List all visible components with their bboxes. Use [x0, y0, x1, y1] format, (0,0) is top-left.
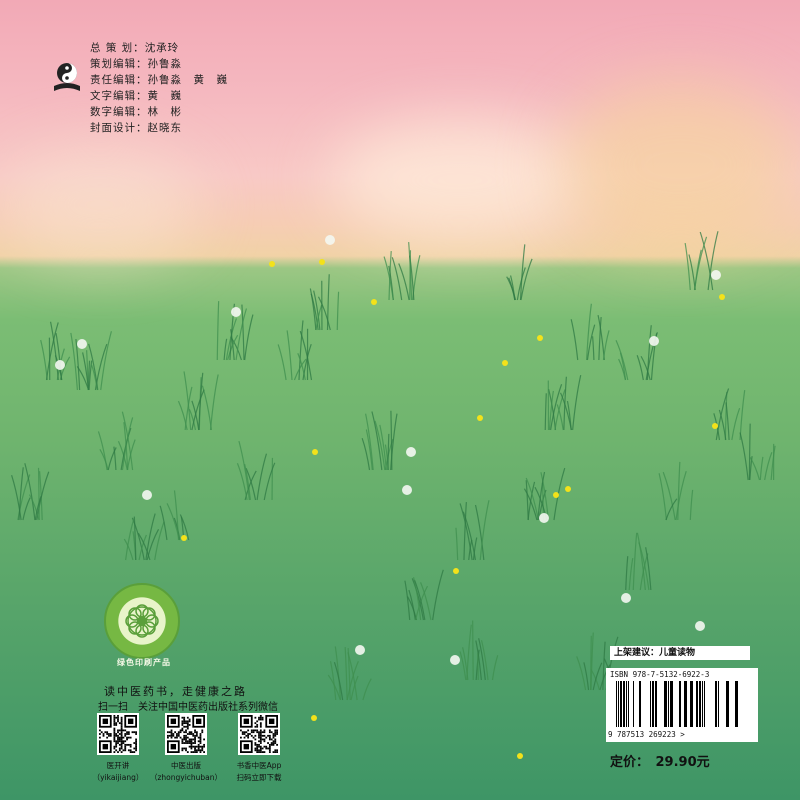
isbn-text: ISBN 978-7-5132-6922-3 [610, 670, 710, 679]
qr-code-icon[interactable] [97, 713, 139, 755]
barcode-bars-icon [616, 681, 738, 727]
credit-row: 封面设计：赵晓东 [90, 122, 182, 134]
barcode-digits: 9 787513 269223 > [608, 730, 685, 739]
qr-item: 中医出版 （zhongyichuban） [146, 713, 226, 783]
qr-code-icon[interactable] [238, 713, 280, 755]
green-printing-seal-icon [104, 583, 180, 659]
credits-list: 总 策 划：沈承玲 策划编辑：孙鲁淼 责任编辑：孙鲁淼 黄 巍 文字编辑：黄 巍… [90, 40, 228, 136]
slogan: 读中医药书，走健康之路 [104, 685, 247, 698]
shelf-suggestion: 上架建议：儿童读物 [610, 646, 750, 660]
follow-text: 扫一扫 关注中国中医药出版社系列微信 [98, 702, 278, 713]
publisher-logo-icon [54, 63, 80, 91]
qr-code-icon[interactable] [165, 713, 207, 755]
credit-row: 总 策 划：沈承玲 [90, 42, 180, 54]
credit-row: 责任编辑：孙鲁淼 黄 巍 [90, 74, 228, 86]
qr-label: 中医出版 [171, 761, 201, 770]
qr-label: 扫码立即下载 [236, 773, 282, 782]
barcode: ISBN 978-7-5132-6922-3 9 787513 269223 > [606, 668, 758, 742]
qr-item: 书香中医App 扫码立即下载 [219, 713, 299, 783]
qr-label: （zhongyichuban） [149, 773, 223, 782]
credit-row: 文字编辑：黄 巍 [90, 90, 182, 102]
seal-caption: 绿色印刷产品 [117, 658, 171, 667]
back-cover: 总 策 划：沈承玲 策划编辑：孙鲁淼 责任编辑：孙鲁淼 黄 巍 文字编辑：黄 巍… [0, 0, 800, 800]
price: 定价： 29.90元 [610, 755, 710, 770]
credit-row: 策划编辑：孙鲁淼 [90, 58, 182, 70]
qr-label: 书香中医App [236, 761, 282, 770]
credit-row: 数字编辑：林 彬 [90, 106, 182, 118]
